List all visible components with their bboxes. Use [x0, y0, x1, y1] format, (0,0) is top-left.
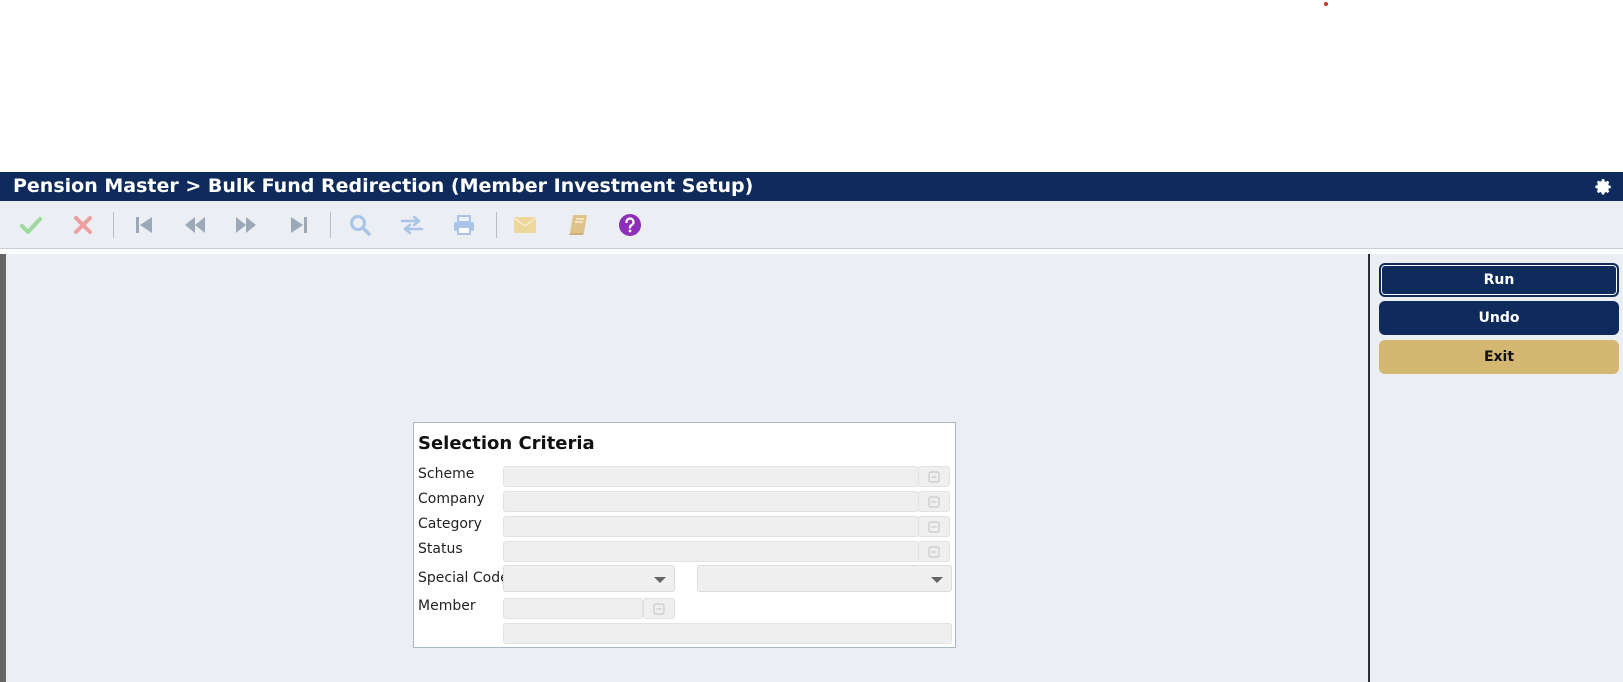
company-field[interactable]: [503, 491, 919, 512]
cross-icon[interactable]: [70, 212, 96, 238]
category-label: Category: [418, 516, 482, 532]
member-name-field: [503, 623, 952, 644]
toolbar-separator: [113, 212, 114, 238]
check-icon[interactable]: [18, 212, 44, 238]
main-content: Run Undo Exit Selection Criteria Scheme …: [0, 254, 1623, 682]
mail-icon[interactable]: [512, 212, 538, 238]
left-edge-bar: [0, 254, 6, 682]
gear-icon[interactable]: [1593, 177, 1613, 197]
search-icon[interactable]: [347, 212, 373, 238]
previous-record-icon[interactable]: [182, 212, 208, 238]
status-lookup-icon[interactable]: [918, 541, 950, 562]
status-field[interactable]: [503, 541, 919, 562]
exchange-icon[interactable]: [399, 212, 425, 238]
run-button[interactable]: Run: [1379, 263, 1619, 297]
panel-heading: Selection Criteria: [418, 433, 595, 454]
toolbar-separator: [330, 212, 331, 238]
toolbar: [0, 201, 1623, 249]
special-code-label: Special Code: [418, 570, 509, 586]
sidebar-divider: [1368, 254, 1370, 682]
chevron-down-icon: [931, 577, 943, 583]
scheme-field[interactable]: [503, 466, 919, 487]
toolbar-separator: [496, 212, 497, 238]
title-bar: Pension Master > Bulk Fund Redirection (…: [0, 172, 1623, 201]
special-code-select-2[interactable]: [697, 565, 952, 592]
company-label: Company: [418, 491, 485, 507]
member-lookup-icon[interactable]: [643, 598, 675, 619]
scheme-label: Scheme: [418, 466, 475, 482]
chevron-down-icon: [654, 577, 666, 583]
scheme-lookup-icon[interactable]: [918, 466, 950, 487]
print-icon[interactable]: [451, 212, 477, 238]
last-record-icon[interactable]: [286, 212, 312, 238]
book-icon[interactable]: [565, 212, 591, 238]
undo-button[interactable]: Undo: [1379, 301, 1619, 335]
category-lookup-icon[interactable]: [918, 516, 950, 537]
exit-button[interactable]: Exit: [1379, 340, 1619, 374]
member-label: Member: [418, 598, 476, 614]
page-title: Pension Master > Bulk Fund Redirection (…: [13, 175, 754, 197]
next-record-icon[interactable]: [233, 212, 259, 238]
first-record-icon[interactable]: [131, 212, 157, 238]
company-lookup-icon[interactable]: [918, 491, 950, 512]
category-field[interactable]: [503, 516, 919, 537]
help-icon[interactable]: [617, 212, 643, 238]
status-label: Status: [418, 541, 463, 557]
special-code-select-1[interactable]: [503, 565, 675, 592]
selection-criteria-panel: Selection Criteria Scheme Company Catego…: [413, 422, 956, 648]
member-field[interactable]: [503, 598, 643, 619]
red-dot-marker: [1324, 2, 1328, 6]
